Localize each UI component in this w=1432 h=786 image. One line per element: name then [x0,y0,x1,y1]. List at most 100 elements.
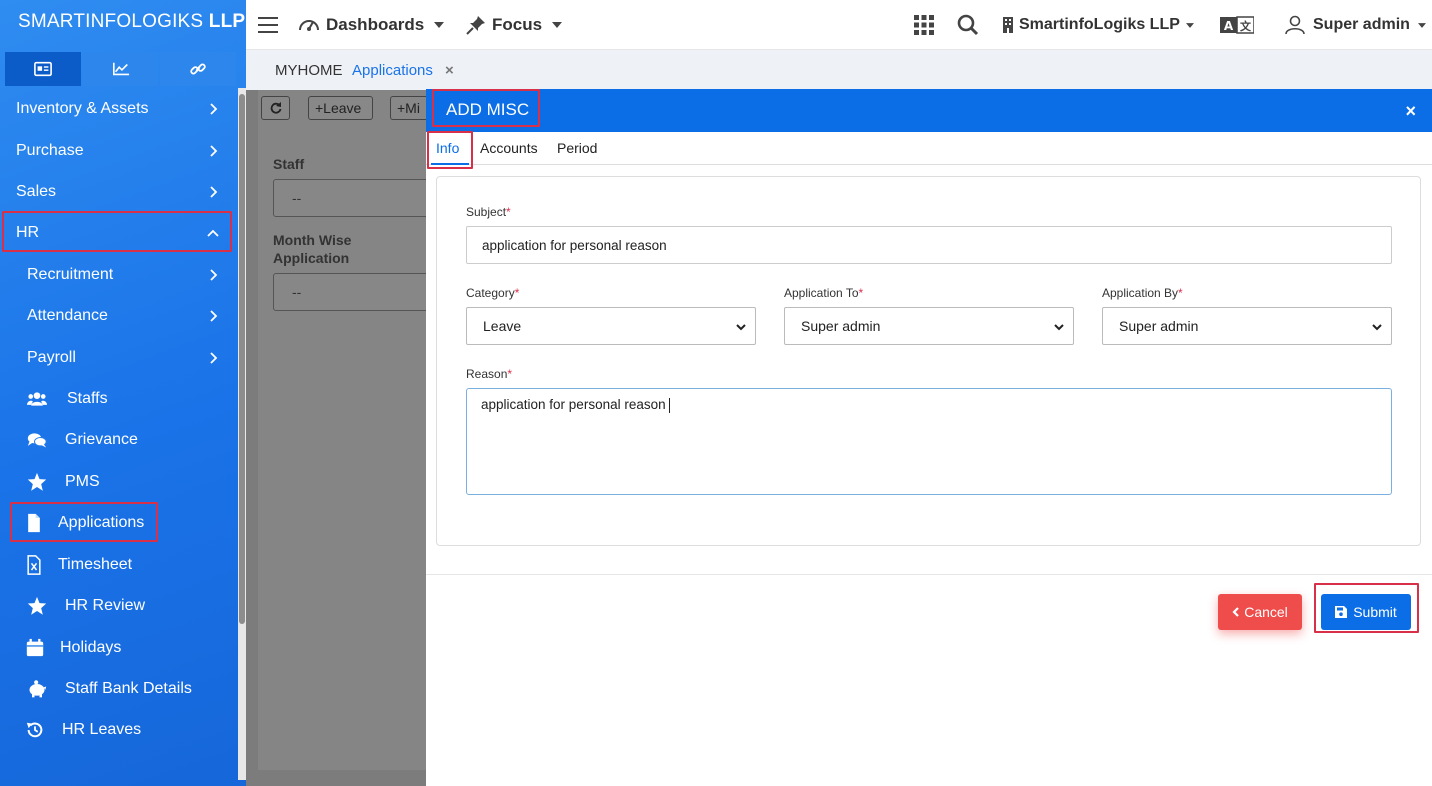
sidebar-item-applications[interactable]: Applications [0,505,238,541]
star-icon [26,471,48,493]
reason-label: Reason* [466,367,513,381]
staff-filter-select[interactable]: -- [273,179,433,217]
application-to-select[interactable]: Super admin [784,307,1074,345]
subject-input[interactable]: application for personal reason [466,226,1392,264]
reason-textarea[interactable]: application for personal reason [466,388,1392,495]
company-selector[interactable]: SmartinfoLogiks LLP [1002,0,1194,50]
user-name: Super admin [1313,16,1410,33]
sidebar-tab-menu[interactable] [5,52,81,86]
sidebar-item-recruitment[interactable]: Recruitment [0,257,238,293]
application-to-label: Application To* [784,286,864,300]
sidebar-item-sales[interactable]: Sales [0,174,238,210]
add-misc-button[interactable]: +Mi [390,96,430,120]
star-icon [26,595,48,617]
sidebar-item-grievance[interactable]: Grievance [0,422,238,458]
caret-down-icon [552,22,563,28]
sidebar-item-label: Recruitment [27,266,114,283]
modal-footer-divider [426,574,1432,575]
chevron-right-icon [210,186,218,198]
focus-menu[interactable]: Focus [466,0,563,50]
chevron-right-icon [210,310,218,322]
application-by-value: Super admin [1119,318,1199,334]
tab-accounts[interactable]: Accounts [480,140,538,156]
reason-value: application for personal reason [481,397,666,412]
info-form-card: Subject* application for personal reason… [436,176,1421,546]
refresh-button[interactable] [261,96,290,120]
dashboards-menu[interactable]: Dashboards [298,0,445,50]
submit-button[interactable]: Submit [1321,594,1411,630]
language-button[interactable]: A文 [1220,0,1254,50]
excel-file-icon [23,554,45,576]
sidebar-item-label: PMS [65,473,100,490]
dashboards-label: Dashboards [326,15,425,34]
sidebar-item-staff-bank-details[interactable]: Staff Bank Details [0,671,238,707]
sidebar-item-hr-review[interactable]: HR Review [0,588,238,624]
sidebar-item-hr[interactable]: HR [0,215,238,251]
add-misc-modal: ADD MISC × Info Accounts Period Subject*… [426,89,1432,786]
breadcrumb: MYHOME Applications × [246,50,1432,90]
chevron-down-icon [1054,324,1064,331]
sidebar-item-staffs[interactable]: Staffs [0,381,238,417]
sidebar-item-inventory-assets[interactable]: Inventory & Assets [0,91,238,127]
sidebar-item-label: HR Review [65,597,146,614]
id-card-icon [33,61,52,77]
cancel-button[interactable]: Cancel [1218,594,1302,630]
chevron-right-icon [210,145,218,157]
apps-grid-button[interactable] [914,0,934,50]
category-label: Category* [466,286,520,300]
staff-filter-label: Staff [273,156,305,172]
link-icon [190,63,206,75]
close-tab-icon[interactable]: × [445,62,454,79]
sidebar-item-purchase[interactable]: Purchase [0,133,238,169]
application-by-select[interactable]: Super admin [1102,307,1392,345]
sidebar-tab-charts[interactable] [82,52,159,86]
piggy-bank-icon [26,678,48,700]
breadcrumb-current-tab[interactable]: Applications [352,62,433,79]
sidebar-item-label: Attendance [27,307,108,324]
sidebar-item-label: Sales [16,183,57,200]
chevron-left-icon [1232,607,1239,617]
breadcrumb-home[interactable]: MYHOME [275,62,343,79]
hamburger-menu-button[interactable] [258,0,280,50]
building-icon [1003,17,1013,33]
sidebar-item-label: Staff Bank Details [65,680,192,697]
search-button[interactable] [957,0,979,50]
sidebar-item-timesheet[interactable]: Timesheet [0,547,238,583]
application-by-label: Application By* [1102,286,1183,300]
translate-icon: A文 [1220,16,1254,34]
grid-icon [914,15,934,35]
sidebar-item-label: Holidays [60,639,122,656]
sidebar-item-pms[interactable]: PMS [0,464,238,500]
refresh-icon [270,102,281,114]
chevron-down-icon [1372,324,1382,331]
user-menu[interactable]: Super admin [1285,0,1426,50]
sidebar: SMARTINFOLOGIKS LLP Inventory & Assets P… [0,0,246,786]
add-leave-button[interactable]: +Leave [308,96,373,120]
file-icon [23,512,45,534]
tab-info[interactable]: Info [436,140,459,156]
dashboard-gauge-icon [299,20,319,31]
sidebar-item-hr-leaves[interactable]: HR Leaves [0,712,238,748]
content-panel: +Leave +Mi Staff -- Month Wise Applicati… [258,90,433,770]
modal-close-icon[interactable]: × [1405,101,1416,122]
sidebar-tab-links[interactable] [160,52,237,86]
sidebar-item-holidays[interactable]: Holidays [0,630,238,666]
scrollbar-thumb[interactable] [239,94,245,624]
monthwise-filter-select[interactable]: -- [273,273,433,311]
sidebar-item-label: Staffs [67,390,108,407]
sidebar-item-payroll[interactable]: Payroll [0,340,238,376]
sidebar-item-label: Payroll [27,349,76,366]
sidebar-scrollbar[interactable] [238,88,246,780]
sidebar-item-label: Purchase [16,142,84,159]
category-select[interactable]: Leave [466,307,756,345]
users-icon [26,388,48,410]
sidebar-item-attendance[interactable]: Attendance [0,298,238,334]
brand-name: SMARTINFOLOGIKS [18,11,204,32]
chevron-right-icon [210,103,218,115]
modal-header: ADD MISC × [426,89,1432,132]
top-navbar: Dashboards Focus SmartinfoLogiks LLP A文 … [246,0,1432,50]
tab-period[interactable]: Period [557,140,597,156]
brand-logo[interactable]: SMARTINFOLOGIKS LLP [0,0,246,44]
modal-title: ADD MISC [446,100,530,119]
company-name: SmartinfoLogiks LLP [1019,16,1180,33]
